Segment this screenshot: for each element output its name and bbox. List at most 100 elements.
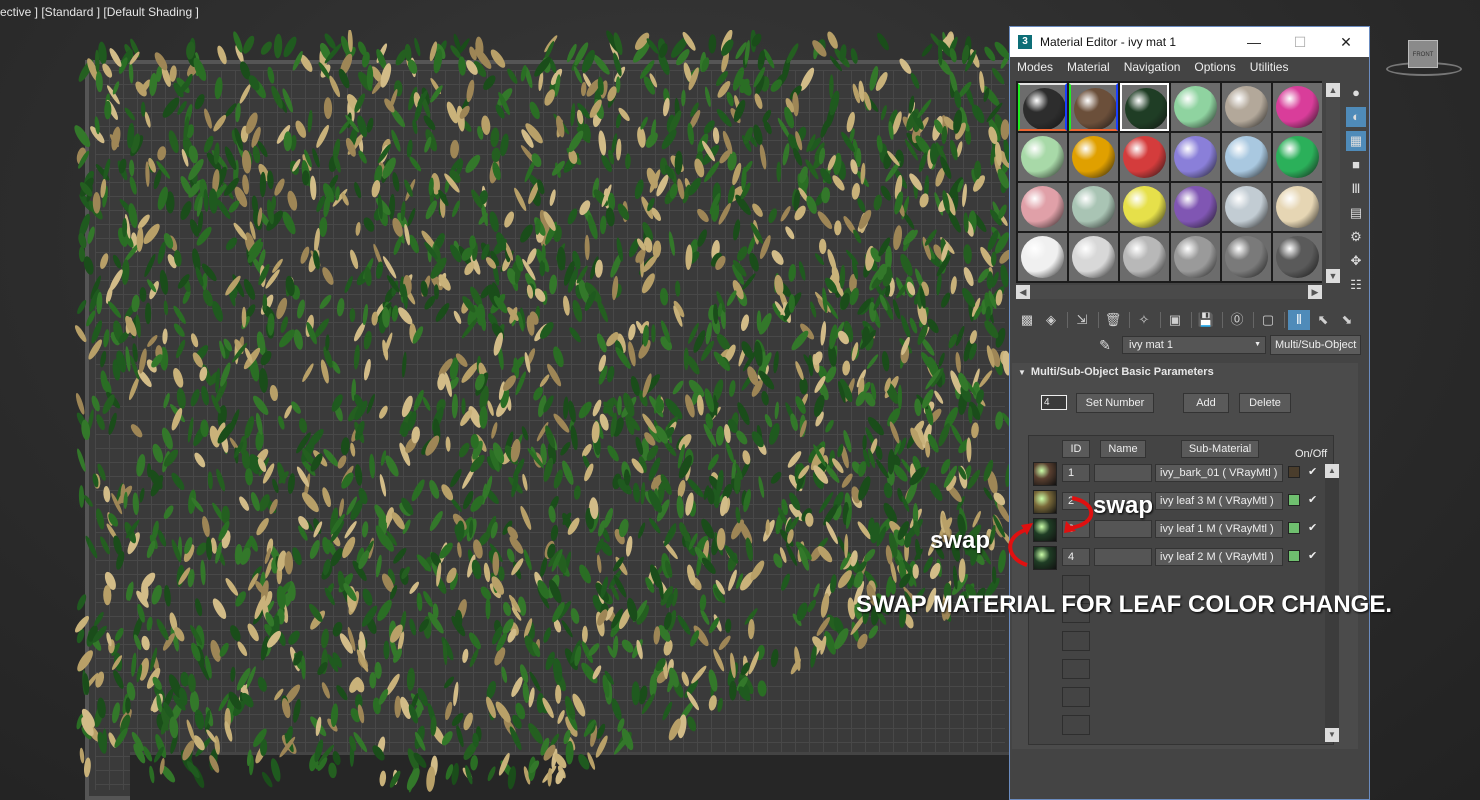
name-field[interactable]: [1094, 520, 1152, 538]
color-swatch[interactable]: [1288, 466, 1300, 478]
material-map-navigator-icon[interactable]: ☷: [1346, 275, 1366, 295]
sample-slot[interactable]: [1120, 233, 1169, 281]
sample-slot[interactable]: [1171, 233, 1220, 281]
get-material-icon[interactable]: ▩: [1016, 310, 1038, 330]
menu-utilities[interactable]: Utilities: [1250, 57, 1289, 77]
eyedropper-icon[interactable]: ✎: [1094, 337, 1116, 354]
name-field[interactable]: [1094, 464, 1152, 482]
show-end-result-icon[interactable]: ⫴: [1288, 310, 1310, 330]
video-color-check-icon[interactable]: Ⅲ: [1346, 179, 1366, 199]
scroll-left-icon[interactable]: ◀: [1016, 285, 1030, 299]
menu-modes[interactable]: Modes: [1017, 57, 1053, 77]
put-to-scene-icon[interactable]: ◈: [1040, 310, 1062, 330]
scroll-up-icon[interactable]: ▲: [1325, 464, 1339, 478]
id-field[interactable]: 1: [1062, 464, 1090, 482]
sample-slot[interactable]: [1069, 233, 1118, 281]
sample-slot[interactable]: [1018, 83, 1067, 131]
scroll-down-icon[interactable]: ▼: [1325, 728, 1339, 742]
save-icon[interactable]: 💾: [1195, 310, 1217, 330]
color-swatch[interactable]: [1288, 522, 1300, 534]
sample-slot[interactable]: [1273, 183, 1322, 231]
sample-slot[interactable]: [1120, 83, 1169, 131]
material-type-button[interactable]: Multi/Sub-Object: [1270, 335, 1362, 355]
backlight-icon[interactable]: ◐: [1346, 107, 1366, 127]
sample-slot[interactable]: [1120, 133, 1169, 181]
material-id-channel-icon[interactable]: ⓪: [1226, 310, 1248, 330]
sample-uv-icon[interactable]: ■: [1346, 155, 1366, 175]
background-checker-icon[interactable]: ▦: [1346, 131, 1366, 151]
delete-button[interactable]: Delete: [1239, 393, 1291, 413]
minimize-button[interactable]: —: [1231, 27, 1277, 57]
sub-material-thumbnail[interactable]: [1033, 462, 1057, 486]
sample-slot[interactable]: [1069, 83, 1118, 131]
id-header-button[interactable]: ID: [1062, 440, 1090, 458]
rollout-header[interactable]: ▼ Multi/Sub-Object Basic Parameters: [1012, 363, 1358, 381]
reset-map-trash-icon[interactable]: 🗑: [1102, 310, 1124, 330]
sample-slot[interactable]: [1069, 183, 1118, 231]
name-header-button[interactable]: Name: [1100, 440, 1146, 458]
put-to-library-icon[interactable]: ▣: [1164, 310, 1186, 330]
options-icon[interactable]: ⚙: [1346, 227, 1366, 247]
scroll-down-icon[interactable]: ▼: [1326, 269, 1340, 283]
sub-material-button[interactable]: ivy_bark_01 ( VRayMtl ): [1155, 464, 1283, 482]
sub-material-header-button[interactable]: Sub-Material: [1181, 440, 1259, 458]
scroll-right-icon[interactable]: ▶: [1308, 285, 1322, 299]
select-by-material-icon[interactable]: ✥: [1346, 251, 1366, 271]
show-map-in-viewport-icon[interactable]: ▢: [1257, 310, 1279, 330]
close-button[interactable]: ✕: [1323, 27, 1369, 57]
collapse-triangle-icon[interactable]: ▼: [1018, 368, 1026, 377]
viewcube-face[interactable]: FRONT: [1408, 40, 1438, 68]
color-swatch[interactable]: [1288, 494, 1300, 506]
scroll-up-icon[interactable]: ▲: [1326, 83, 1340, 97]
menu-material[interactable]: Material: [1067, 57, 1110, 77]
sample-vertical-scrollbar[interactable]: ▲ ▼: [1326, 83, 1340, 283]
sample-slot[interactable]: [1120, 183, 1169, 231]
sample-slot[interactable]: [1171, 133, 1220, 181]
id-field[interactable]: 4: [1062, 548, 1090, 566]
sample-slot[interactable]: [1018, 233, 1067, 281]
on-off-checkbox[interactable]: ✔: [1308, 493, 1317, 506]
sample-horizontal-scrollbar[interactable]: ◀ ▶: [1016, 285, 1322, 299]
sample-slot[interactable]: [1222, 233, 1271, 281]
sub-material-button[interactable]: ivy leaf 1 M ( VRayMtl ): [1155, 520, 1283, 538]
sample-slot[interactable]: [1222, 133, 1271, 181]
material-name-dropdown[interactable]: ivy mat 1: [1122, 336, 1266, 354]
id-field[interactable]: 3: [1062, 520, 1090, 538]
menu-navigation[interactable]: Navigation: [1124, 57, 1181, 77]
on-off-checkbox[interactable]: ✔: [1308, 465, 1317, 478]
number-of-materials-input[interactable]: 4: [1041, 395, 1067, 410]
sample-slot[interactable]: [1018, 133, 1067, 181]
assign-to-selection-icon[interactable]: ⇲: [1071, 310, 1093, 330]
viewcube[interactable]: FRONT: [1386, 36, 1462, 80]
id-field[interactable]: 2: [1062, 492, 1090, 510]
go-forward-to-sibling-icon[interactable]: ⬊: [1336, 310, 1358, 330]
add-button[interactable]: Add: [1183, 393, 1229, 413]
sub-material-thumbnail[interactable]: [1033, 546, 1057, 570]
make-unique-icon[interactable]: ✧: [1133, 310, 1155, 330]
on-off-checkbox[interactable]: ✔: [1308, 549, 1317, 562]
sample-slot[interactable]: [1222, 183, 1271, 231]
sub-material-thumbnail[interactable]: [1033, 518, 1057, 542]
name-field[interactable]: [1094, 548, 1152, 566]
sample-slot[interactable]: [1069, 133, 1118, 181]
sample-slot[interactable]: [1018, 183, 1067, 231]
sample-slot[interactable]: [1171, 83, 1220, 131]
sample-slot[interactable]: [1273, 133, 1322, 181]
go-to-parent-icon[interactable]: ⬉: [1312, 310, 1334, 330]
viewport-label[interactable]: ective ] [Standard ] [Default Shading ]: [0, 5, 199, 19]
sub-material-button[interactable]: ivy leaf 3 M ( VRayMtl ): [1155, 492, 1283, 510]
make-preview-icon[interactable]: ▤: [1346, 203, 1366, 223]
sub-material-button[interactable]: ivy leaf 2 M ( VRayMtl ): [1155, 548, 1283, 566]
sample-slot[interactable]: [1171, 183, 1220, 231]
sample-slot[interactable]: [1273, 233, 1322, 281]
sample-slot[interactable]: [1222, 83, 1271, 131]
menu-options[interactable]: Options: [1194, 57, 1235, 77]
sub-material-thumbnail[interactable]: [1033, 490, 1057, 514]
ivy-leaf: [818, 238, 827, 255]
color-swatch[interactable]: [1288, 550, 1300, 562]
sample-type-icon[interactable]: ●: [1346, 83, 1366, 103]
on-off-checkbox[interactable]: ✔: [1308, 521, 1317, 534]
set-number-button[interactable]: Set Number: [1076, 393, 1154, 413]
maximize-button[interactable]: ☐: [1277, 27, 1323, 57]
sample-slot[interactable]: [1273, 83, 1322, 131]
